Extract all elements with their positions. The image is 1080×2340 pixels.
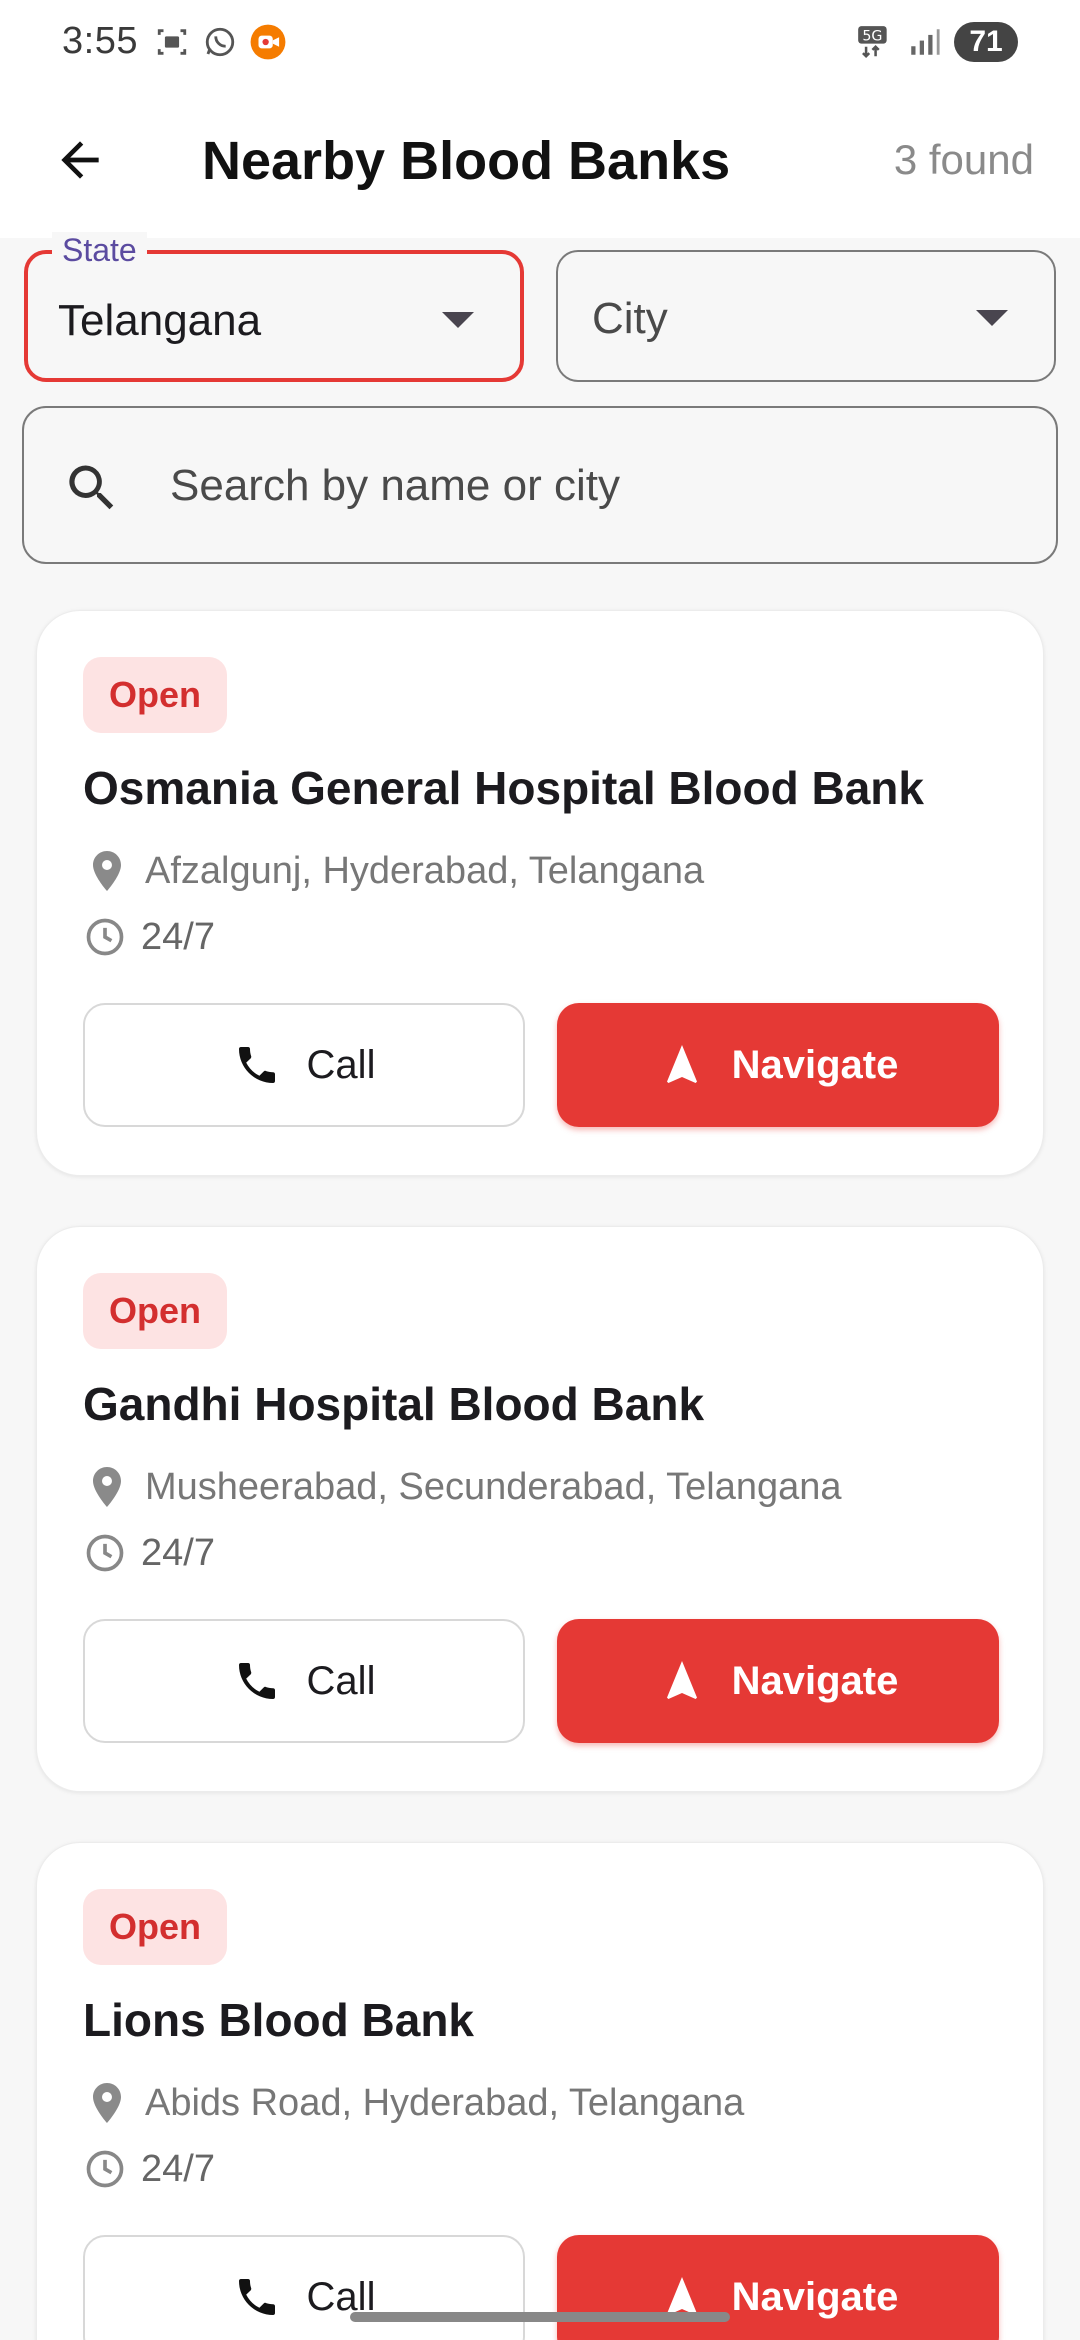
state-label: State: [52, 232, 147, 269]
system-icons: 5G 71: [854, 22, 1018, 62]
address-text: Abids Road, Hyderabad, Telangana: [145, 2081, 745, 2124]
screenshot-icon: [152, 22, 192, 62]
hours-row: 24/7: [83, 915, 215, 959]
call-label: Call: [306, 1042, 376, 1087]
call-button[interactable]: Call: [83, 1003, 525, 1127]
status-badge: Open: [83, 657, 227, 733]
notification-icons: [152, 22, 288, 62]
dropdown-arrow-icon: [976, 310, 1008, 326]
search-input[interactable]: [170, 448, 1030, 524]
phone-icon: [238, 1047, 275, 1083]
blood-bank-card: Open Lions Blood Bank Abids Road, Hydera…: [36, 1842, 1044, 2340]
blood-bank-name: Lions Blood Bank: [83, 1994, 474, 2046]
network-5g-icon: 5G: [854, 22, 894, 62]
search-icon: [62, 458, 122, 518]
phone-icon: [238, 2279, 275, 2315]
status-badge: Open: [83, 1889, 227, 1965]
clock-icon: [86, 918, 124, 956]
status-time: 3:55: [62, 20, 138, 62]
dropdown-arrow-icon: [442, 312, 474, 328]
hours-text: 24/7: [141, 1531, 215, 1574]
city-dropdown[interactable]: City: [556, 250, 1056, 382]
location-pin-icon: [93, 1467, 121, 1507]
hours-text: 24/7: [141, 915, 215, 958]
address-row: Afzalgunj, Hyderabad, Telangana: [83, 847, 704, 895]
clock-icon: [86, 2150, 124, 2188]
navigation-arrow-icon: [666, 1661, 697, 1699]
screen-recorder-icon: [248, 22, 288, 62]
app-bar: Nearby Blood Banks 3 found: [0, 86, 1080, 238]
back-button[interactable]: [48, 128, 112, 192]
navigate-label: Navigate: [731, 1658, 899, 1703]
blood-bank-name: Gandhi Hospital Blood Bank: [83, 1378, 705, 1430]
hours-row: 24/7: [83, 2147, 215, 2191]
whatsapp-icon: [200, 22, 240, 62]
call-button[interactable]: Call: [83, 2235, 525, 2340]
state-value: Telangana: [58, 296, 262, 345]
search-field[interactable]: [22, 406, 1058, 564]
results-count: 3 found: [893, 136, 1034, 183]
signal-icon: [904, 22, 944, 62]
page-title: Nearby Blood Banks: [202, 131, 731, 191]
status-badge: Open: [83, 1273, 227, 1349]
hours-row: 24/7: [83, 1531, 215, 1575]
hours-text: 24/7: [141, 2147, 215, 2190]
home-indicator[interactable]: [350, 2312, 730, 2322]
navigation-arrow-icon: [666, 1045, 697, 1083]
navigate-label: Navigate: [731, 2274, 899, 2319]
clock-icon: [86, 1534, 124, 1572]
arrow-back-icon: [61, 141, 99, 179]
address-row: Abids Road, Hyderabad, Telangana: [83, 2079, 744, 2127]
address-row: Musheerabad, Secunderabad, Telangana: [83, 1463, 842, 1511]
blood-bank-card: Open Gandhi Hospital Blood Bank Musheera…: [36, 1226, 1044, 1792]
battery-indicator: 71: [954, 22, 1018, 62]
blood-bank-name: Osmania General Hospital Blood Bank: [83, 762, 924, 814]
address-text: Musheerabad, Secunderabad, Telangana: [145, 1465, 842, 1508]
address-text: Afzalgunj, Hyderabad, Telangana: [145, 849, 705, 892]
state-dropdown[interactable]: State Telangana: [24, 232, 524, 382]
location-pin-icon: [93, 2083, 121, 2123]
call-label: Call: [306, 1658, 376, 1703]
svg-text:5G: 5G: [862, 28, 882, 44]
status-bar: 3:55 5G 71: [0, 0, 1080, 86]
location-pin-icon: [93, 851, 121, 891]
call-button[interactable]: Call: [83, 1619, 525, 1743]
navigate-button[interactable]: Navigate: [557, 1619, 999, 1743]
navigate-button[interactable]: Navigate: [557, 2235, 999, 2340]
blood-bank-card: Open Osmania General Hospital Blood Bank…: [36, 610, 1044, 1176]
navigate-button[interactable]: Navigate: [557, 1003, 999, 1127]
city-placeholder: City: [592, 294, 668, 343]
navigate-label: Navigate: [731, 1042, 899, 1087]
phone-icon: [238, 1663, 275, 1699]
